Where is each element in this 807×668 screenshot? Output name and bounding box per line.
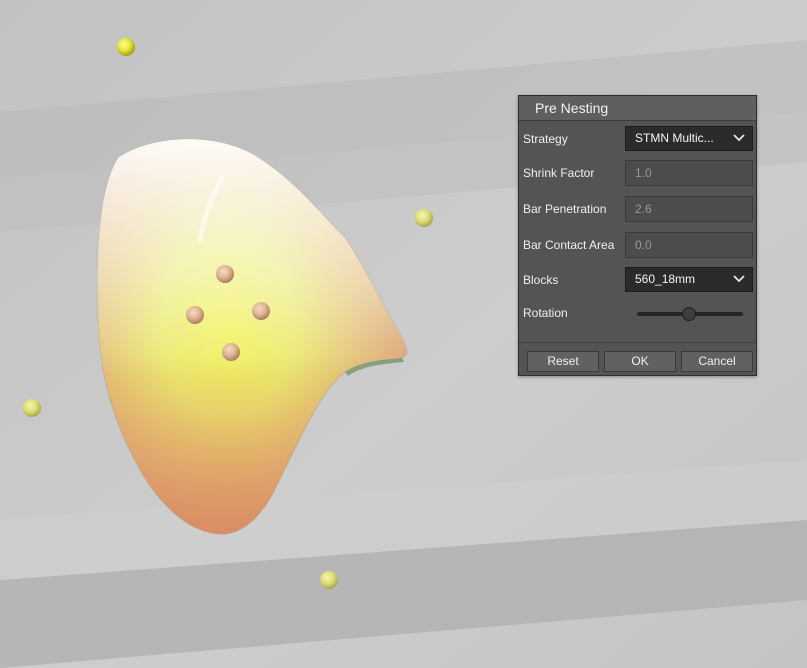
blocks-label: Blocks	[523, 273, 559, 287]
bar-contact-area-label: Bar Contact Area	[523, 238, 615, 252]
cancel-button[interactable]: Cancel	[681, 351, 753, 372]
block-corner-marker[interactable]	[23, 399, 41, 417]
dialog-title: Pre Nesting	[519, 96, 756, 121]
shrink-factor-field[interactable]: 1.0	[625, 160, 753, 186]
contact-point-marker[interactable]	[222, 343, 240, 361]
rotation-label: Rotation	[523, 306, 568, 320]
rotation-slider[interactable]	[637, 307, 743, 321]
bar-contact-area-field[interactable]: 0.0	[625, 232, 753, 258]
contact-point-marker[interactable]	[252, 302, 270, 320]
blocks-row: Blocks 560_18mm	[519, 267, 756, 293]
contact-point-marker[interactable]	[186, 306, 204, 324]
bar-penetration-label: Bar Penetration	[523, 202, 607, 216]
blocks-value: 560_18mm	[635, 272, 696, 286]
rotation-row: Rotation	[519, 300, 756, 326]
chevron-down-icon	[733, 134, 745, 142]
slider-thumb[interactable]	[681, 307, 696, 321]
shrink-factor-row: Shrink Factor 1.0	[519, 160, 756, 186]
blocks-select[interactable]: 560_18mm	[625, 267, 753, 292]
bar-penetration-field[interactable]: 2.6	[625, 196, 753, 222]
strategy-value: STMN Multic...	[635, 131, 714, 145]
chevron-down-icon	[733, 275, 745, 283]
bar-contact-area-row: Bar Contact Area 0.0	[519, 232, 756, 258]
block-corner-marker[interactable]	[415, 209, 433, 227]
strategy-label: Strategy	[523, 132, 568, 146]
ok-button[interactable]: OK	[604, 351, 676, 372]
contact-point-marker[interactable]	[216, 265, 234, 283]
strategy-row: Strategy STMN Multic...	[519, 126, 756, 152]
block-corner-marker[interactable]	[320, 571, 338, 589]
pre-nesting-dialog: Pre Nesting Strategy STMN Multic... Shri…	[518, 95, 757, 376]
reset-button[interactable]: Reset	[527, 351, 599, 372]
block-corner-marker[interactable]	[117, 38, 135, 56]
bar-penetration-row: Bar Penetration 2.6	[519, 196, 756, 222]
shrink-factor-label: Shrink Factor	[523, 166, 595, 180]
dialog-separator	[519, 342, 756, 343]
strategy-select[interactable]: STMN Multic...	[625, 126, 753, 151]
